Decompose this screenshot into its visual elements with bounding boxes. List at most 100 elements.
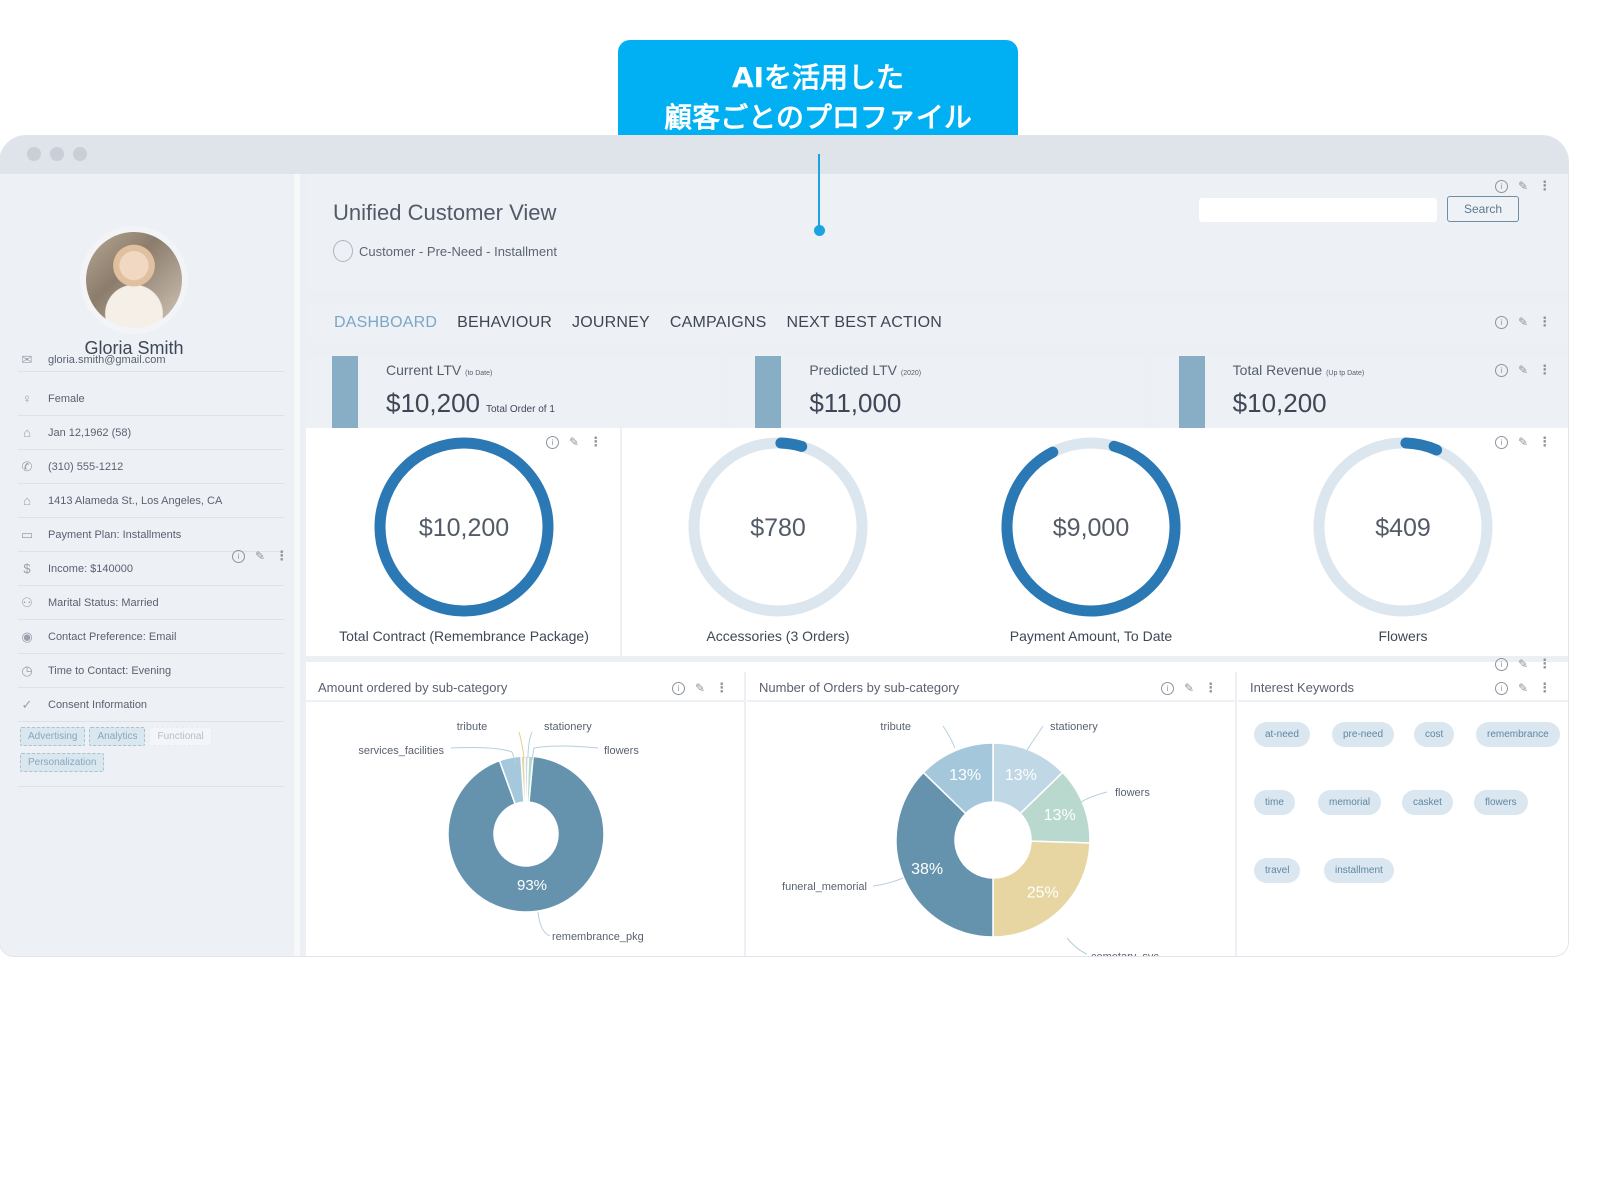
profile-field: ◉ Contact Preference: Email [18, 620, 284, 654]
callout-line-1: AIを活用した [731, 61, 905, 94]
info-icon[interactable]: i [1495, 681, 1508, 695]
keyword-chip[interactable]: flowers [1474, 790, 1528, 815]
kpi-row: Current LTV (to Date) $10,200 Total Order … [306, 356, 1568, 428]
profile-field-text: Time to Contact: Evening [48, 664, 172, 677]
keyword-chip[interactable]: cost [1414, 722, 1455, 747]
info-icon[interactable]: i [1495, 315, 1508, 329]
pencil-icon[interactable]: ✎ [1518, 315, 1528, 329]
tab-behaviour[interactable]: BEHAVIOUR [457, 314, 552, 332]
more-vertical-icon[interactable]: ⋮ [1538, 362, 1551, 378]
family-icon: ⚇ [21, 594, 33, 610]
more-vertical-icon[interactable]: ⋮ [715, 680, 728, 696]
consent-tag[interactable]: Advertising [20, 727, 86, 746]
birthday-cake-icon: ⌂ [23, 425, 31, 440]
amount-by-subcategory-panel: Amount ordered by sub-category i ✎ ⋮ 93%… [306, 672, 744, 956]
leader-line [537, 911, 551, 937]
main-content: i ✎ ⋮ Unified Customer View Customer - P… [306, 174, 1568, 956]
category-label: stationery [1050, 721, 1098, 733]
kpi-card: Predicted LTV (2020) $11,000 [729, 356, 1145, 428]
gauge-card: $780 Accessories (3 Orders) [628, 428, 928, 656]
kpi-label: Total Revenue (Up tp Date) [1233, 362, 1365, 378]
orders-by-subcategory-panel: Number of Orders by sub-category i ✎ ⋮ 1… [747, 672, 1235, 956]
award-badge-icon [333, 240, 353, 262]
info-icon[interactable]: i [1495, 179, 1508, 193]
profile-field-text: Income: $140000 [48, 562, 134, 575]
window-close-dot[interactable] [27, 147, 41, 161]
more-vertical-icon[interactable]: ⋮ [1538, 178, 1551, 194]
panel-tools: i ✎ ⋮ [1495, 680, 1551, 696]
gauge-card: $10,200 Total Contract (Remembrance Packa… [314, 428, 614, 656]
pencil-icon[interactable]: ✎ [1518, 681, 1528, 695]
kpi-accent-bar [1178, 356, 1205, 428]
kpi-value: $11,000 [809, 388, 902, 418]
gauge-ring: $780 [688, 437, 868, 617]
window-maximize-dot[interactable] [73, 147, 87, 161]
profile-field: ⌂ 1413 Alameda St., Los Angeles, CA [18, 484, 284, 518]
gauge-value: $409 [1375, 514, 1431, 542]
pencil-icon[interactable]: ✎ [695, 681, 705, 695]
more-vertical-icon[interactable]: ⋮ [1538, 656, 1551, 672]
search-input[interactable] [1199, 198, 1437, 222]
pencil-icon[interactable]: ✎ [1518, 363, 1528, 377]
consent-tag[interactable]: Personalization [20, 753, 105, 772]
profile-field-text: Consent Information [48, 698, 148, 711]
window-minimize-dot[interactable] [50, 147, 64, 161]
pencil-icon[interactable]: ✎ [1518, 657, 1528, 671]
consent-tag[interactable]: Functional [149, 727, 212, 746]
more-vertical-icon[interactable]: ⋮ [1538, 680, 1551, 696]
profile-field-text: Jan 12,1962 (58) [48, 426, 132, 439]
info-icon[interactable]: i [1161, 681, 1174, 695]
keyword-chip[interactable]: time [1254, 790, 1295, 815]
info-icon[interactable]: i [232, 549, 245, 563]
divider [1235, 672, 1237, 956]
keyword-chip[interactable]: memorial [1318, 790, 1382, 815]
keyword-chip[interactable]: travel [1254, 858, 1301, 883]
divider [620, 428, 622, 656]
profile-field-text: Contact Preference: Email [48, 630, 177, 643]
orders-donut-chart: 13% 13% 25% 38% 13% stationery flowers cemetary… [782, 721, 1159, 956]
window-titlebar [0, 136, 1568, 174]
keyword-chip[interactable]: at-need [1254, 722, 1310, 747]
tab-campaigns[interactable]: CAMPAIGNS [670, 314, 767, 332]
keyword-chip[interactable]: pre-need [1332, 722, 1395, 747]
gauge-label: Total Contract (Remembrance Package) [339, 628, 589, 644]
category-label: cemetary_svc [1091, 951, 1159, 956]
tab-journey[interactable]: JOURNEY [572, 314, 650, 332]
info-icon[interactable]: i [1495, 657, 1508, 671]
tab-next-best-action[interactable]: NEXT BEST ACTION [787, 314, 943, 332]
info-icon[interactable]: i [1495, 363, 1508, 377]
more-vertical-icon[interactable]: ⋮ [1538, 314, 1551, 330]
category-label: stationery [544, 721, 592, 733]
info-icon[interactable]: i [672, 681, 685, 695]
more-vertical-icon[interactable]: ⋮ [275, 548, 288, 564]
pencil-icon[interactable]: ✎ [255, 549, 265, 563]
keyword-chip[interactable]: casket [1402, 790, 1453, 815]
donut-slice-label: 13% [1005, 767, 1037, 784]
search-button[interactable]: Search [1447, 196, 1519, 222]
consent-tags: Advertising Analytics Functional Personaliz… [20, 726, 280, 778]
divider [744, 672, 746, 956]
more-vertical-icon[interactable]: ⋮ [1204, 680, 1217, 696]
tab-dashboard[interactable]: DASHBOARD [334, 314, 437, 332]
gauge-label: Accessories (3 Orders) [706, 628, 850, 644]
category-label: funeral_memorial [782, 881, 867, 893]
consent-tag[interactable]: Analytics [89, 727, 146, 746]
callout-anchor-dot [814, 225, 825, 236]
donut-slice-label: 13% [1044, 807, 1076, 824]
gauge-ring: $409 [1313, 437, 1493, 617]
donut-slice-stationery[interactable] [524, 755, 530, 803]
gauge-value: $10,200 [419, 514, 509, 542]
pencil-icon[interactable]: ✎ [1518, 179, 1528, 193]
divider [18, 786, 284, 787]
profile-field: ✉ gloria.smith@gmail.com [18, 348, 284, 372]
keyword-chip[interactable]: remembrance [1476, 722, 1560, 747]
gauge-ring: $9,000 [1001, 437, 1181, 617]
gauge-label: Flowers [1378, 628, 1428, 644]
page-header: i ✎ ⋮ Unified Customer View Customer - P… [306, 174, 1568, 292]
category-label: remembrance_pkg [552, 931, 644, 943]
keyword-chip[interactable]: installment [1324, 858, 1394, 883]
charts-row: i ✎ ⋮ Amount ordered by sub-category i ✎… [306, 656, 1568, 956]
donut-slice-label: 38% [911, 861, 943, 878]
profile-field-text: Payment Plan: Installments [48, 528, 182, 541]
pencil-icon[interactable]: ✎ [1184, 681, 1194, 695]
